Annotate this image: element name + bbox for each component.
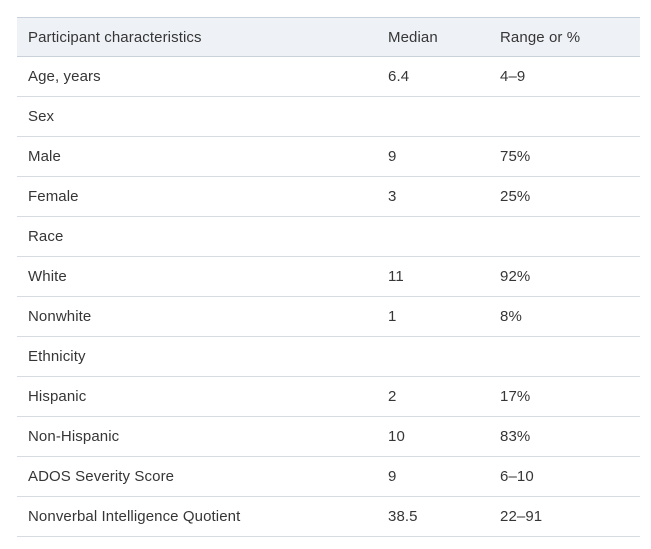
row-label-cell: Nonwhite: [17, 297, 388, 337]
row-median-cell: 10: [388, 417, 500, 457]
table-row: Nonverbal Intelligence Quotient 38.5 22–…: [17, 497, 640, 537]
row-range-cell: 4–9: [500, 57, 640, 97]
row-median-cell: 1: [388, 297, 500, 337]
row-label-cell: ADOS Severity Score: [17, 457, 388, 497]
row-median-cell: 6.4: [388, 57, 500, 97]
row-label-cell: Male: [17, 137, 388, 177]
row-label-cell: Hispanic: [17, 377, 388, 417]
table-row: Hispanic 2 17%: [17, 377, 640, 417]
row-range-cell: 17%: [500, 377, 640, 417]
row-median-cell: 9: [388, 457, 500, 497]
row-range-cell: 92%: [500, 257, 640, 297]
row-label-cell: White: [17, 257, 388, 297]
row-label-cell: Sex: [17, 97, 388, 137]
table-row: Sex: [17, 97, 640, 137]
row-range-cell: [500, 97, 640, 137]
row-label-cell: Age, years: [17, 57, 388, 97]
table-row: ADOS Severity Score 9 6–10: [17, 457, 640, 497]
column-header-median: Median: [388, 18, 500, 57]
row-label-cell: Nonverbal Intelligence Quotient: [17, 497, 388, 537]
row-median-cell: [388, 217, 500, 257]
row-median-cell: 2: [388, 377, 500, 417]
table-row: Non-Hispanic 10 83%: [17, 417, 640, 457]
row-median-cell: [388, 337, 500, 377]
column-header-range-or-percent: Range or %: [500, 18, 640, 57]
table-row: Age, years 6.4 4–9: [17, 57, 640, 97]
participant-characteristics-table-container: Participant characteristics Median Range…: [17, 17, 640, 537]
row-range-cell: [500, 337, 640, 377]
row-median-cell: [388, 97, 500, 137]
table-body: Age, years 6.4 4–9 Sex Male 9 75% Female…: [17, 57, 640, 537]
table-row: Ethnicity: [17, 337, 640, 377]
row-range-cell: 75%: [500, 137, 640, 177]
table-row: Nonwhite 1 8%: [17, 297, 640, 337]
table-row: Female 3 25%: [17, 177, 640, 217]
row-median-cell: 3: [388, 177, 500, 217]
row-median-cell: 9: [388, 137, 500, 177]
row-range-cell: 83%: [500, 417, 640, 457]
table-row: Male 9 75%: [17, 137, 640, 177]
row-range-cell: 25%: [500, 177, 640, 217]
row-median-cell: 38.5: [388, 497, 500, 537]
row-range-cell: 6–10: [500, 457, 640, 497]
row-range-cell: 8%: [500, 297, 640, 337]
row-median-cell: 11: [388, 257, 500, 297]
row-label-cell: Non-Hispanic: [17, 417, 388, 457]
row-label-cell: Race: [17, 217, 388, 257]
column-header-participant-characteristics: Participant characteristics: [17, 18, 388, 57]
row-label-cell: Ethnicity: [17, 337, 388, 377]
row-range-cell: 22–91: [500, 497, 640, 537]
table-row: Race: [17, 217, 640, 257]
table-row: White 11 92%: [17, 257, 640, 297]
participant-characteristics-table: Participant characteristics Median Range…: [17, 17, 640, 537]
table-header-row: Participant characteristics Median Range…: [17, 18, 640, 57]
row-label-cell: Female: [17, 177, 388, 217]
table-header: Participant characteristics Median Range…: [17, 18, 640, 57]
row-range-cell: [500, 217, 640, 257]
